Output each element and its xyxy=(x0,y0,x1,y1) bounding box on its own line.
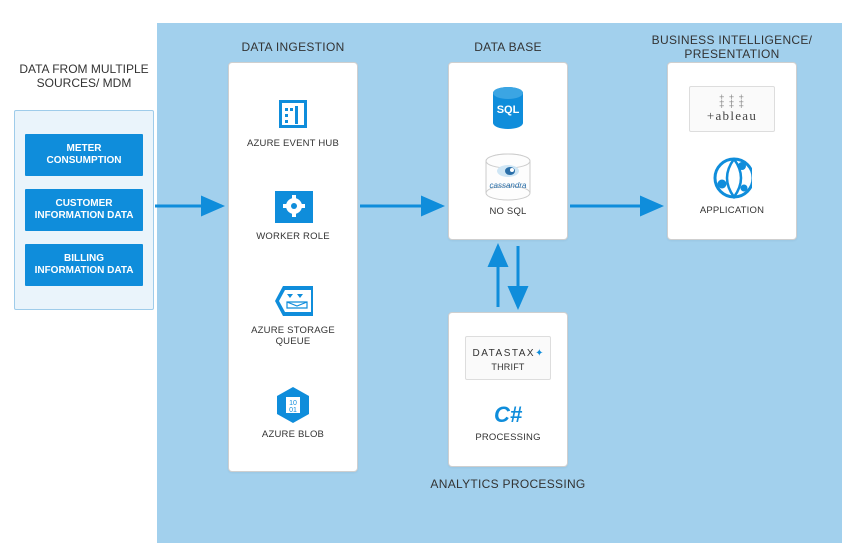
tableau-item: + + ++ + ++ + + +ableau xyxy=(676,86,788,132)
datastax-wordmark: DATASTAX xyxy=(473,348,536,359)
ingestion-title: DATA INGESTION xyxy=(228,40,358,54)
datastax-logo: DATASTAX✦ THRIFT xyxy=(465,336,551,379)
source-item: METER CONSUMPTION xyxy=(25,134,143,176)
application-label: APPLICATION xyxy=(700,205,764,216)
tableau-wordmark: +ableau xyxy=(700,109,764,123)
source-item: BILLING INFORMATION DATA xyxy=(25,244,143,286)
cassandra-icon: cassandra xyxy=(480,152,536,202)
ingestion-item-label: AZURE STORAGE QUEUE xyxy=(237,325,349,347)
bi-panel: + + ++ + ++ + + +ableau APPLICATION xyxy=(667,62,797,240)
database-title: DATA BASE xyxy=(448,40,568,54)
ingestion-item-label: WORKER ROLE xyxy=(256,231,329,242)
storage-queue-icon xyxy=(273,281,313,321)
sources-title: DATA FROM MULTIPLE SOURCES/ MDM xyxy=(14,62,154,90)
tableau-sparkle-icon: + + ++ + ++ + + xyxy=(700,95,764,109)
ingestion-item: WORKER ROLE xyxy=(237,187,349,242)
thrift-label: THRIFT xyxy=(472,363,544,373)
svg-text:10: 10 xyxy=(289,400,297,407)
ingestion-item: 1001 AZURE BLOB xyxy=(237,385,349,440)
sql-db-item: SQL xyxy=(457,85,559,131)
svg-text:cassandra: cassandra xyxy=(490,181,527,190)
svg-text:SQL: SQL xyxy=(497,104,520,116)
nosql-label: NO SQL xyxy=(489,206,526,217)
analytics-title: ANALYTICS PROCESSING xyxy=(428,477,588,491)
analytics-panel: DATASTAX✦ THRIFT C# PROCESSING xyxy=(448,312,568,467)
application-icon xyxy=(712,155,752,201)
application-item: APPLICATION xyxy=(676,155,788,216)
blob-icon: 1001 xyxy=(273,385,313,425)
nosql-db-item: cassandra NO SQL xyxy=(457,152,559,217)
csharp-icon: C# xyxy=(494,402,522,428)
sources-panel: METER CONSUMPTION CUSTOMER INFORMATION D… xyxy=(14,110,154,310)
ingestion-panel: AZURE EVENT HUB WORKER ROLE AZURE STORAG… xyxy=(228,62,358,472)
svg-text:01: 01 xyxy=(289,407,297,414)
thrift-item: DATASTAX✦ THRIFT xyxy=(457,336,559,379)
sql-database-icon: SQL xyxy=(488,85,528,131)
processing-label: PROCESSING xyxy=(475,432,540,443)
event-hub-icon xyxy=(273,94,313,134)
source-item: CUSTOMER INFORMATION DATA xyxy=(25,189,143,231)
ingestion-item-label: AZURE BLOB xyxy=(262,429,324,440)
worker-role-icon xyxy=(273,187,313,227)
tableau-logo: + + ++ + ++ + + +ableau xyxy=(689,86,775,132)
ingestion-item: AZURE STORAGE QUEUE xyxy=(237,281,349,347)
ingestion-item-label: AZURE EVENT HUB xyxy=(247,138,339,149)
database-panel: SQL cassandra NO SQL xyxy=(448,62,568,240)
bi-title: BUSINESS INTELLIGENCE/ PRESENTATION xyxy=(647,33,817,62)
csharp-item: C# PROCESSING xyxy=(457,402,559,443)
ingestion-item: AZURE EVENT HUB xyxy=(237,94,349,149)
